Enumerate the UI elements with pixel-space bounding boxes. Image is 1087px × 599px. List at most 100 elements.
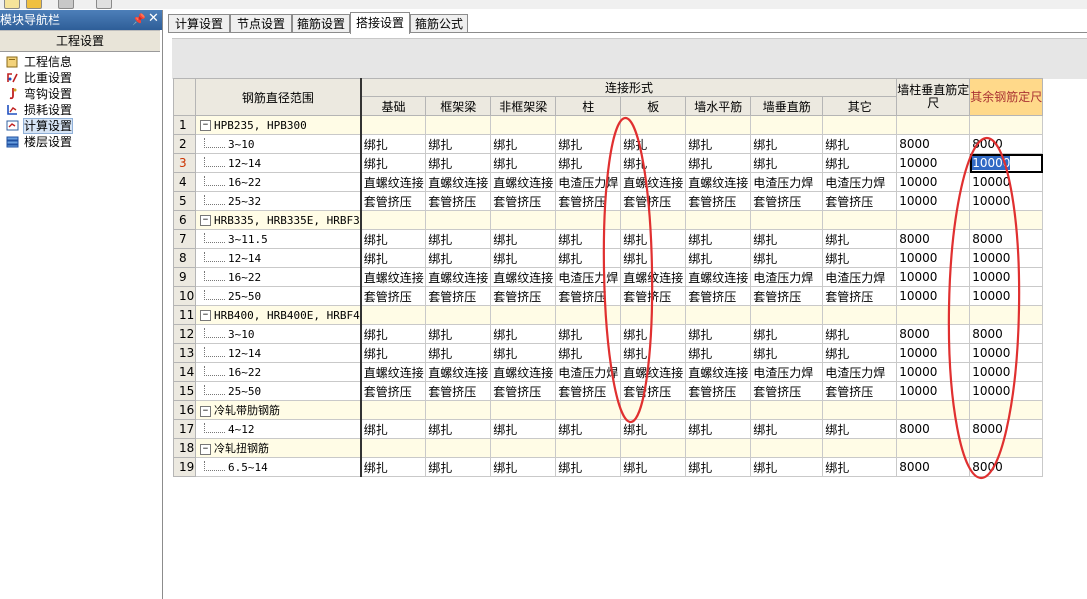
diameter-range-cell[interactable]: − HRB400, HRB400E, HRBF4 — [194, 305, 362, 325]
connection-cell[interactable]: 套管挤压 — [822, 381, 898, 401]
diameter-range-cell[interactable]: 3~11.5 — [194, 229, 362, 249]
diameter-range-cell[interactable]: 25~50 — [194, 286, 362, 306]
connection-cell[interactable]: 套管挤压 — [685, 286, 752, 306]
wall-length-cell[interactable]: 10000 — [896, 248, 971, 268]
connection-cell[interactable]: 绑扎 — [555, 419, 622, 439]
wall-length-cell[interactable]: 8000 — [896, 229, 971, 249]
connection-cell[interactable]: 直螺纹连接 — [360, 362, 427, 382]
connection-cell[interactable]: 绑扎 — [490, 153, 557, 173]
collapse-icon[interactable]: − — [200, 310, 211, 321]
connection-cell[interactable]: 电渣压力焊 — [822, 362, 898, 382]
connection-cell[interactable] — [750, 400, 824, 420]
connection-cell[interactable]: 绑扎 — [685, 324, 752, 344]
connection-cell[interactable]: 直螺纹连接 — [425, 267, 492, 287]
connection-cell[interactable]: 电渣压力焊 — [555, 267, 622, 287]
connection-cell[interactable]: 绑扎 — [822, 248, 898, 268]
other-length-cell[interactable]: 8000 — [969, 229, 1044, 249]
connection-cell[interactable]: 套管挤压 — [822, 191, 898, 211]
connection-cell[interactable] — [685, 115, 752, 135]
diameter-range-cell[interactable]: 12~14 — [194, 153, 362, 173]
connection-cell[interactable] — [555, 305, 622, 325]
connection-cell[interactable]: 绑扎 — [360, 457, 427, 477]
connection-cell[interactable] — [360, 400, 427, 420]
connection-cell[interactable] — [360, 115, 427, 135]
other-length-cell[interactable]: 10000 — [969, 267, 1044, 287]
row-number[interactable]: 7 — [173, 229, 196, 249]
wall-length-cell[interactable] — [896, 115, 971, 135]
other-length-cell[interactable]: 10000 — [969, 362, 1044, 382]
connection-cell[interactable]: 绑扎 — [822, 343, 898, 363]
connection-cell[interactable]: 绑扎 — [750, 343, 824, 363]
connection-cell[interactable] — [360, 305, 427, 325]
diameter-range-cell[interactable]: 25~50 — [194, 381, 362, 401]
diameter-range-cell[interactable]: 25~32 — [194, 191, 362, 211]
row-number[interactable]: 15 — [173, 381, 196, 401]
connection-cell[interactable]: 绑扎 — [555, 134, 622, 154]
tab-1[interactable]: 节点设置 — [230, 14, 292, 33]
connection-cell[interactable]: 绑扎 — [822, 134, 898, 154]
other-length-cell[interactable]: 10000 — [969, 286, 1044, 306]
connection-cell[interactable]: 绑扎 — [620, 134, 687, 154]
connection-cell[interactable]: 直螺纹连接 — [425, 362, 492, 382]
diameter-range-cell[interactable]: − HPB235, HPB300 — [194, 115, 362, 135]
connection-cell[interactable]: 绑扎 — [620, 153, 687, 173]
other-length-cell[interactable]: 8000 — [969, 457, 1044, 477]
connection-cell[interactable]: 直螺纹连接 — [620, 172, 687, 192]
diameter-range-cell[interactable]: 6.5~14 — [194, 457, 362, 477]
undo-icon[interactable] — [96, 0, 112, 9]
row-number[interactable]: 10 — [173, 286, 196, 306]
connection-cell[interactable]: 套管挤压 — [425, 286, 492, 306]
wall-length-cell[interactable]: 10000 — [896, 381, 971, 401]
connection-cell[interactable]: 绑扎 — [555, 324, 622, 344]
connection-cell[interactable] — [490, 305, 557, 325]
row-number[interactable]: 16 — [173, 400, 196, 420]
other-length-cell[interactable]: 10000 — [969, 381, 1044, 401]
connection-cell[interactable] — [750, 438, 824, 458]
connection-cell[interactable]: 套管挤压 — [685, 191, 752, 211]
connection-cell[interactable]: 绑扎 — [685, 457, 752, 477]
connection-cell[interactable]: 绑扎 — [490, 343, 557, 363]
connection-cell[interactable]: 绑扎 — [425, 343, 492, 363]
connection-cell[interactable] — [822, 115, 898, 135]
connection-cell[interactable]: 套管挤压 — [555, 191, 622, 211]
connection-cell[interactable]: 绑扎 — [490, 419, 557, 439]
connection-cell[interactable]: 绑扎 — [750, 153, 824, 173]
diameter-range-cell[interactable]: − HRB335, HRB335E, HRBF3 — [194, 210, 362, 230]
connection-cell[interactable] — [555, 210, 622, 230]
row-number[interactable]: 11 — [173, 305, 196, 325]
other-length-cell[interactable]: 8000 — [969, 134, 1044, 154]
pin-icon[interactable]: 📌 — [132, 10, 146, 30]
connection-cell[interactable]: 套管挤压 — [490, 381, 557, 401]
connection-cell[interactable]: 直螺纹连接 — [360, 267, 427, 287]
connection-cell[interactable] — [555, 400, 622, 420]
wall-length-cell[interactable]: 10000 — [896, 286, 971, 306]
row-number[interactable]: 5 — [173, 191, 196, 211]
tab-4[interactable]: 箍筋公式 — [410, 14, 468, 33]
connection-cell[interactable]: 绑扎 — [620, 229, 687, 249]
connection-cell[interactable] — [620, 400, 687, 420]
connection-cell[interactable]: 绑扎 — [425, 229, 492, 249]
diameter-range-cell[interactable]: 16~22 — [194, 172, 362, 192]
connection-cell[interactable]: 绑扎 — [490, 324, 557, 344]
connection-cell[interactable]: 绑扎 — [360, 324, 427, 344]
connection-cell[interactable] — [750, 115, 824, 135]
diameter-range-cell[interactable]: 4~12 — [194, 419, 362, 439]
other-length-cell[interactable] — [969, 400, 1044, 420]
nav-item-weight[interactable]: 比重设置 — [2, 70, 72, 86]
connection-cell[interactable]: 绑扎 — [360, 229, 427, 249]
diameter-range-cell[interactable]: − 冷轧带肋钢筋 — [194, 400, 362, 420]
connection-cell[interactable]: 套管挤压 — [620, 286, 687, 306]
other-length-cell[interactable]: 8000 — [969, 419, 1044, 439]
other-length-cell[interactable]: 10000 — [969, 153, 1044, 173]
connection-cell[interactable] — [822, 305, 898, 325]
connection-cell[interactable]: 绑扎 — [360, 343, 427, 363]
wall-length-cell[interactable]: 8000 — [896, 419, 971, 439]
connection-cell[interactable]: 绑扎 — [425, 248, 492, 268]
wall-length-cell[interactable] — [896, 438, 971, 458]
row-number[interactable]: 13 — [173, 343, 196, 363]
connection-cell[interactable] — [425, 438, 492, 458]
connection-cell[interactable]: 绑扎 — [620, 419, 687, 439]
row-number[interactable]: 12 — [173, 324, 196, 344]
collapse-icon[interactable]: − — [200, 443, 211, 455]
tab-3[interactable]: 搭接设置 — [350, 12, 410, 34]
